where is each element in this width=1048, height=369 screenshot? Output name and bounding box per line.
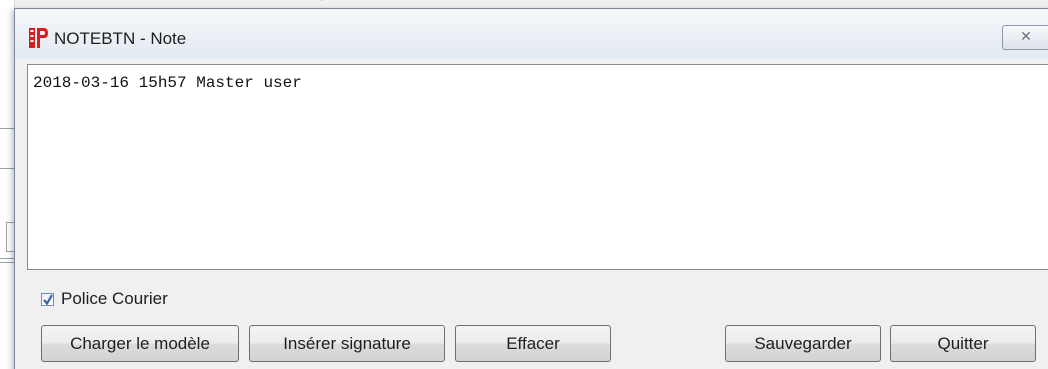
background-divider	[0, 262, 14, 263]
insert-signature-button[interactable]: Insérer signature	[249, 325, 445, 362]
courier-font-checkbox[interactable]	[41, 292, 54, 306]
clear-button[interactable]: Effacer	[455, 325, 611, 362]
courier-font-option[interactable]: Police Courier	[41, 289, 168, 309]
window-title: NOTEBTN - Note	[54, 29, 187, 48]
save-button[interactable]: Sauvegarder	[725, 325, 881, 362]
background-window	[0, 0, 17, 369]
background-divider	[0, 168, 14, 169]
app-logo-icon	[29, 28, 48, 48]
quit-button[interactable]: Quitter	[890, 325, 1036, 362]
courier-font-label: Police Courier	[61, 289, 168, 308]
note-dialog: NOTEBTN - Note ✕ 2018-03-16 15h57 Master…	[14, 8, 1048, 369]
close-button[interactable]: ✕	[1002, 25, 1048, 50]
note-text-area[interactable]: 2018-03-16 15h57 Master user	[27, 64, 1048, 270]
screen: ¨ NOTEBTN - Note ✕ 2018-03-16 15h57 Mast…	[0, 0, 1048, 369]
background-divider	[0, 258, 14, 259]
load-template-button[interactable]: Charger le modèle	[41, 325, 239, 362]
background-scroll-mark: ¨	[320, 0, 324, 8]
background-divider	[0, 128, 14, 129]
close-icon: ✕	[1020, 29, 1032, 45]
checkmark-icon	[43, 293, 53, 305]
title-bar[interactable]: NOTEBTN - Note ✕	[15, 9, 1048, 59]
